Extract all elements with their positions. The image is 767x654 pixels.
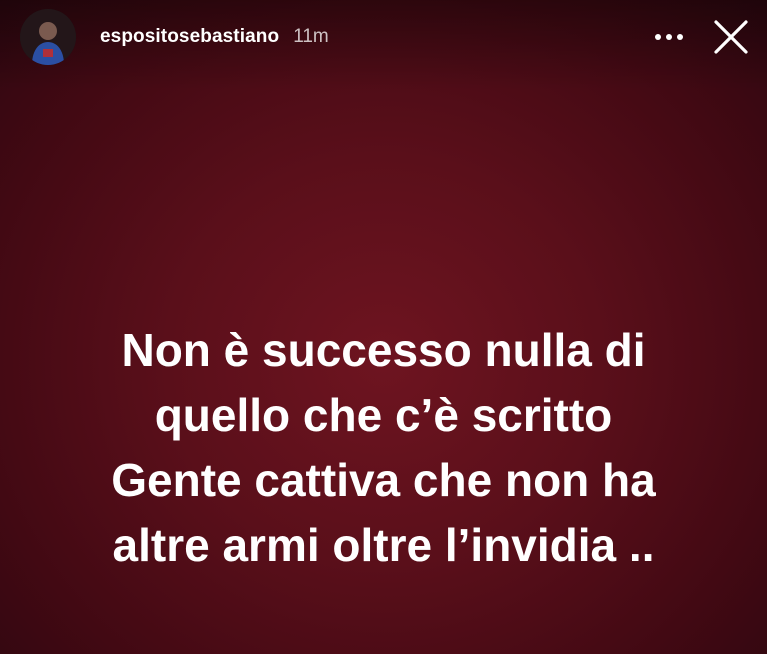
story-text-line: Non è successo nulla di: [121, 324, 646, 376]
post-time: 11m: [293, 26, 329, 47]
story-text-line: Gente cattiva che non ha: [111, 454, 656, 506]
avatar-image: [20, 9, 76, 65]
avatar[interactable]: [20, 9, 76, 65]
story-viewer[interactable]: espositosebastiano 11m Non è successo nu…: [0, 0, 767, 654]
username[interactable]: espositosebastiano: [100, 26, 279, 48]
close-icon: [714, 20, 748, 54]
more-options-icon: [655, 34, 683, 40]
story-header: espositosebastiano 11m: [20, 8, 751, 66]
more-options-button[interactable]: [649, 17, 689, 57]
story-text: Non è successo nulla di quello che c’è s…: [0, 318, 767, 578]
story-text-line: quello che c’è scritto: [154, 389, 613, 441]
story-text-line: altre armi oltre l’invidia ..: [112, 519, 655, 571]
close-button[interactable]: [711, 17, 751, 57]
